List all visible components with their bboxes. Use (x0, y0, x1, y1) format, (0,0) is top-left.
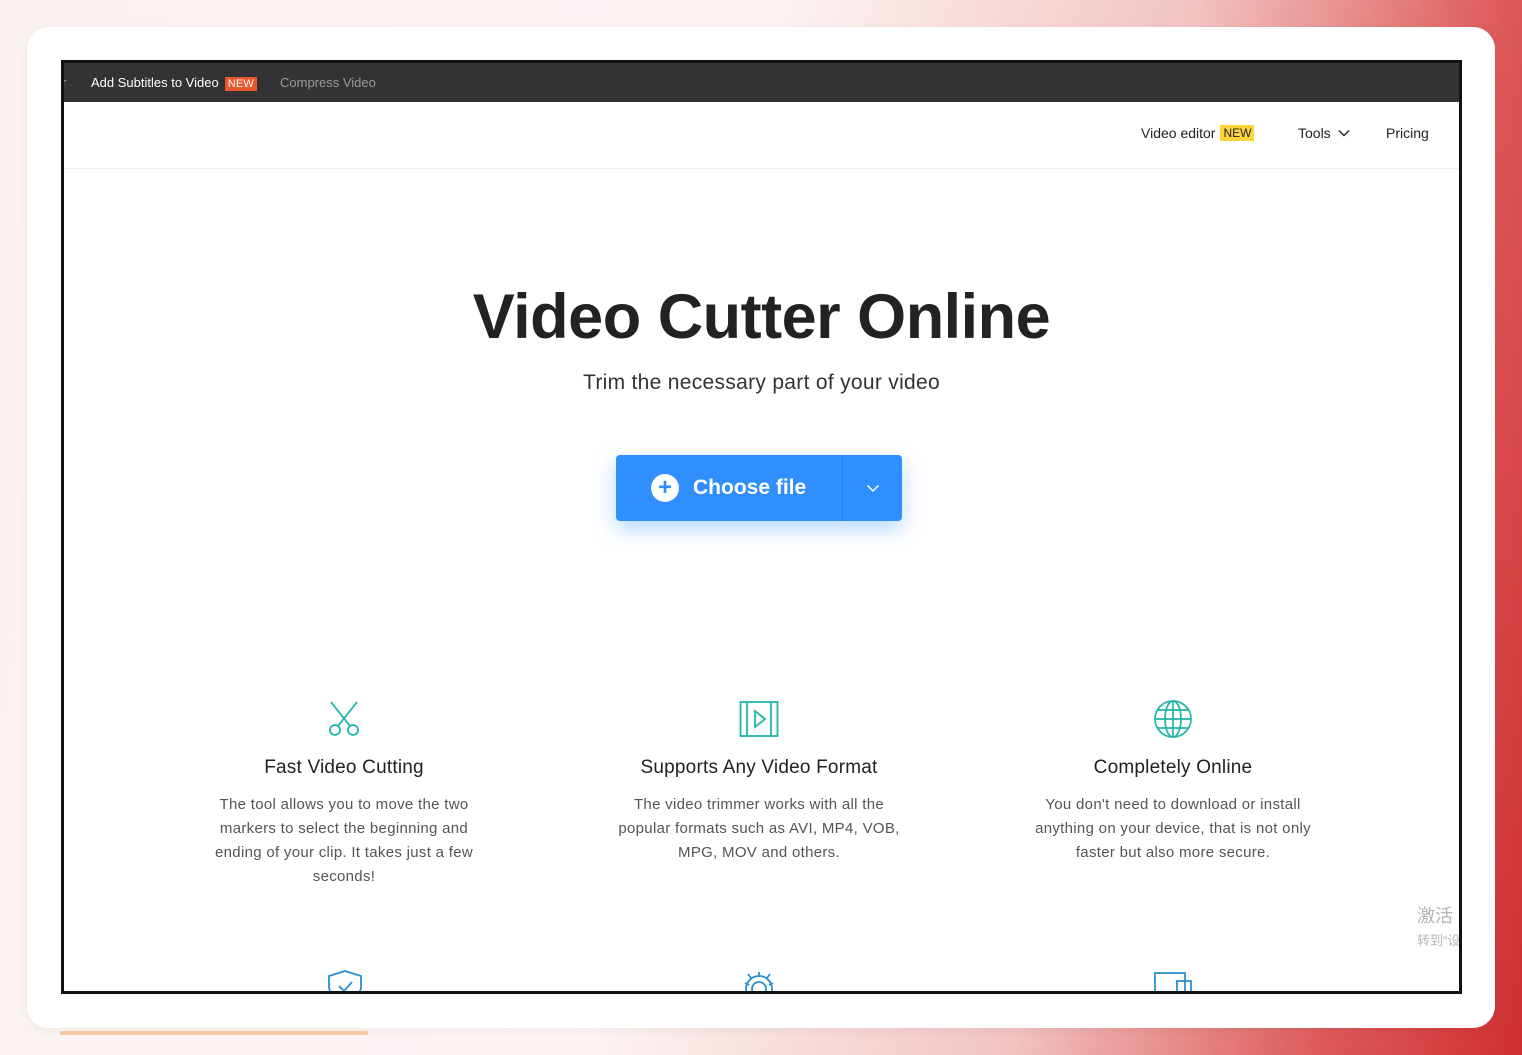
video-frame-icon (739, 701, 779, 737)
scissors-icon (329, 701, 359, 736)
upload-options-dropdown-button[interactable] (843, 455, 902, 521)
topbar-compress-video-link[interactable]: Compress Video (280, 75, 376, 90)
page-frame: r Add Subtitles to Video NEW Compress Vid… (61, 60, 1462, 994)
new-badge: NEW (224, 77, 257, 91)
nav-video-editor-label: Video editor (1141, 125, 1216, 141)
os-activation-watermark: 激活 转到“设 (1417, 902, 1461, 949)
feature-title: Fast Video Cutting (264, 757, 424, 778)
feature-title: Completely Online (1093, 757, 1253, 778)
topbar-add-subtitles-link[interactable]: Add Subtitles to Video NEW (91, 75, 257, 91)
plus-icon: + (651, 474, 679, 502)
nav-tools-label: Tools (1298, 125, 1331, 141)
feature-description: You don't need to download or install an… (1035, 796, 1311, 861)
watermark-line-2: 转到“设 (1417, 933, 1461, 948)
nav-pricing-link[interactable]: Pricing (1386, 125, 1429, 141)
topbar-add-subtitles-label: Add Subtitles to Video (91, 75, 219, 90)
choose-file-button[interactable]: + Choose file (616, 455, 842, 521)
devices-icon (1154, 972, 1192, 991)
choose-file-split-button: + Choose file (616, 455, 902, 521)
main-nav: Video editor NEW Tools Pricing (64, 102, 1459, 169)
feature-any-format: Supports Any Video Format The video trim… (614, 699, 904, 865)
nav-tools-dropdown[interactable]: Tools (1298, 125, 1350, 141)
top-tool-bar: r Add Subtitles to Video NEW Compress Vid… (64, 63, 1459, 102)
chevron-down-icon (866, 484, 879, 492)
page-title: Video Cutter Online (472, 282, 1051, 352)
shield-check-icon (328, 970, 362, 991)
scroll-progress-bar (60, 1031, 368, 1035)
feature-description: The video trimmer works with all the pop… (618, 796, 900, 861)
nav-video-editor-link[interactable]: Video editor NEW (1141, 125, 1255, 141)
gear-icon (744, 972, 774, 991)
watermark-line-1: 激活 (1417, 906, 1453, 926)
choose-file-label: Choose file (693, 476, 807, 499)
globe-icon (1154, 700, 1192, 738)
feature-fast-cutting: Fast Video Cutting The tool allows you t… (199, 699, 489, 889)
page-subtitle: Trim the necessary part of your video (583, 371, 940, 394)
feature-title: Supports Any Video Format (640, 757, 878, 778)
chevron-down-icon (1338, 130, 1350, 137)
new-badge: NEW (1220, 125, 1255, 141)
topbar-cut-item[interactable]: r (64, 75, 66, 90)
feature-description: The tool allows you to move the two mark… (215, 796, 473, 885)
feature-completely-online: Completely Online You don't need to down… (1028, 699, 1318, 865)
